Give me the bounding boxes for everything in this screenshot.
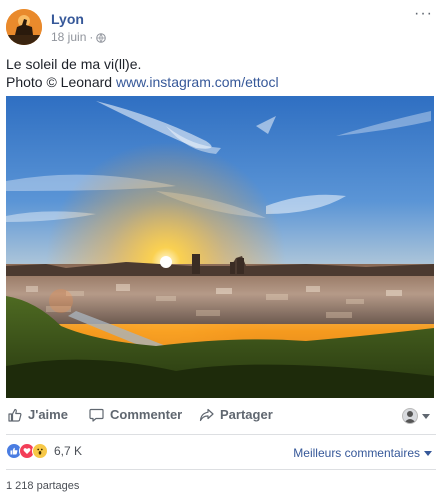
viewer-avatar	[402, 408, 418, 424]
comment-button[interactable]: Commenter	[89, 407, 182, 422]
globe-icon	[96, 32, 107, 43]
reaction-count: 6,7 K	[54, 444, 83, 458]
divider	[6, 469, 436, 470]
page-avatar[interactable]	[6, 9, 42, 45]
action-bar: J'aime Commenter Partager	[0, 401, 442, 429]
post-text: Le soleil de ma vi(ll)e. Photo © Leonard…	[6, 55, 279, 91]
facebook-post: Lyon 18 juin · ··· Le soleil de ma vi(ll…	[0, 0, 442, 499]
sunset-photo	[6, 96, 434, 398]
comment-sort-dropdown[interactable]: Meilleurs commentaires	[293, 446, 432, 460]
share-button[interactable]: Partager	[199, 407, 273, 422]
comment-label: Commenter	[110, 407, 183, 422]
meta-separator: ·	[89, 30, 94, 44]
divider	[6, 434, 436, 435]
comment-sort-label: Meilleurs commentaires	[293, 446, 420, 460]
share-label: Partager	[220, 407, 273, 422]
reactions-summary[interactable]: 6,7 K	[6, 443, 82, 459]
post-text-line2: Photo © Leonard www.instagram.com/ettocl	[6, 73, 279, 91]
wow-reaction-icon	[32, 443, 48, 459]
comment-icon	[89, 408, 104, 422]
post-text-line1: Le soleil de ma vi(ll)e.	[6, 56, 142, 72]
page-name[interactable]: Lyon	[51, 11, 84, 27]
post-meta: 18 juin ·	[51, 30, 107, 44]
more-icon[interactable]: ···	[414, 6, 433, 22]
like-label: J'aime	[28, 407, 68, 422]
post-as-selector[interactable]	[402, 408, 430, 424]
like-icon	[8, 408, 22, 422]
like-button[interactable]: J'aime	[8, 407, 68, 422]
instagram-link[interactable]: www.instagram.com/ettocl	[116, 74, 279, 90]
caret-down-icon	[424, 450, 432, 456]
caret-down-icon	[422, 413, 430, 419]
share-icon	[199, 408, 214, 421]
post-date[interactable]: 18 juin	[51, 30, 86, 44]
shares-count[interactable]: 1 218 partages	[6, 480, 79, 492]
photo-credit: Photo © Leonard	[6, 74, 116, 90]
post-photo[interactable]	[6, 96, 434, 398]
